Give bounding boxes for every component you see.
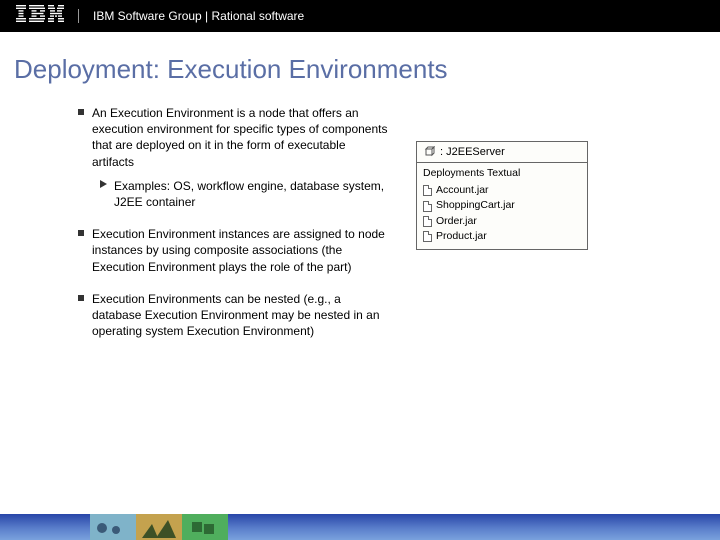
- ibm-logo: [16, 5, 64, 28]
- sub-bullet-text: Examples: OS, workflow engine, database …: [114, 179, 384, 209]
- content-area: An Execution Environment is a node that …: [0, 85, 720, 355]
- node-header: : J2EEServer: [417, 142, 587, 163]
- document-icon: [423, 185, 432, 196]
- section-label: Deployments Textual: [423, 166, 581, 181]
- artifact-row: Account.jar: [423, 183, 581, 198]
- cube-icon: [423, 146, 435, 158]
- artifact-row: ShoppingCart.jar: [423, 198, 581, 213]
- header-breadcrumb: IBM Software Group | Rational software: [93, 9, 304, 23]
- bullet-text: Execution Environment instances are assi…: [92, 227, 385, 273]
- header-divider: [78, 9, 79, 23]
- node-title: : J2EEServer: [440, 146, 505, 158]
- bullet-item: Execution Environment instances are assi…: [78, 226, 388, 275]
- page-title: Deployment: Execution Environments: [0, 32, 720, 85]
- artifact-name: Order.jar: [436, 214, 477, 229]
- node-body: Deployments Textual Account.jar Shopping…: [417, 163, 587, 249]
- artifact-row: Order.jar: [423, 214, 581, 229]
- sub-bullet-item: Examples: OS, workflow engine, database …: [100, 178, 388, 210]
- bullet-text: Execution Environments can be nested (e.…: [92, 292, 380, 338]
- text-column: An Execution Environment is a node that …: [78, 105, 388, 355]
- bullet-item: Execution Environments can be nested (e.…: [78, 291, 388, 340]
- bullet-item: An Execution Environment is a node that …: [78, 105, 388, 210]
- footer-icon: [136, 514, 182, 540]
- app-header: IBM Software Group | Rational software: [0, 0, 720, 32]
- artifact-name: Product.jar: [436, 229, 487, 244]
- artifact-name: Account.jar: [436, 183, 489, 198]
- footer-band: [0, 514, 720, 540]
- footer-icon: [90, 514, 136, 540]
- document-icon: [423, 216, 432, 227]
- document-icon: [423, 201, 432, 212]
- node-box: : J2EEServer Deployments Textual Account…: [416, 141, 588, 250]
- artifact-row: Product.jar: [423, 229, 581, 244]
- footer-icon: [182, 514, 228, 540]
- artifact-name: ShoppingCart.jar: [436, 198, 515, 213]
- uml-diagram: : J2EEServer Deployments Textual Account…: [416, 141, 588, 355]
- document-icon: [423, 231, 432, 242]
- bullet-text: An Execution Environment is a node that …: [92, 106, 388, 169]
